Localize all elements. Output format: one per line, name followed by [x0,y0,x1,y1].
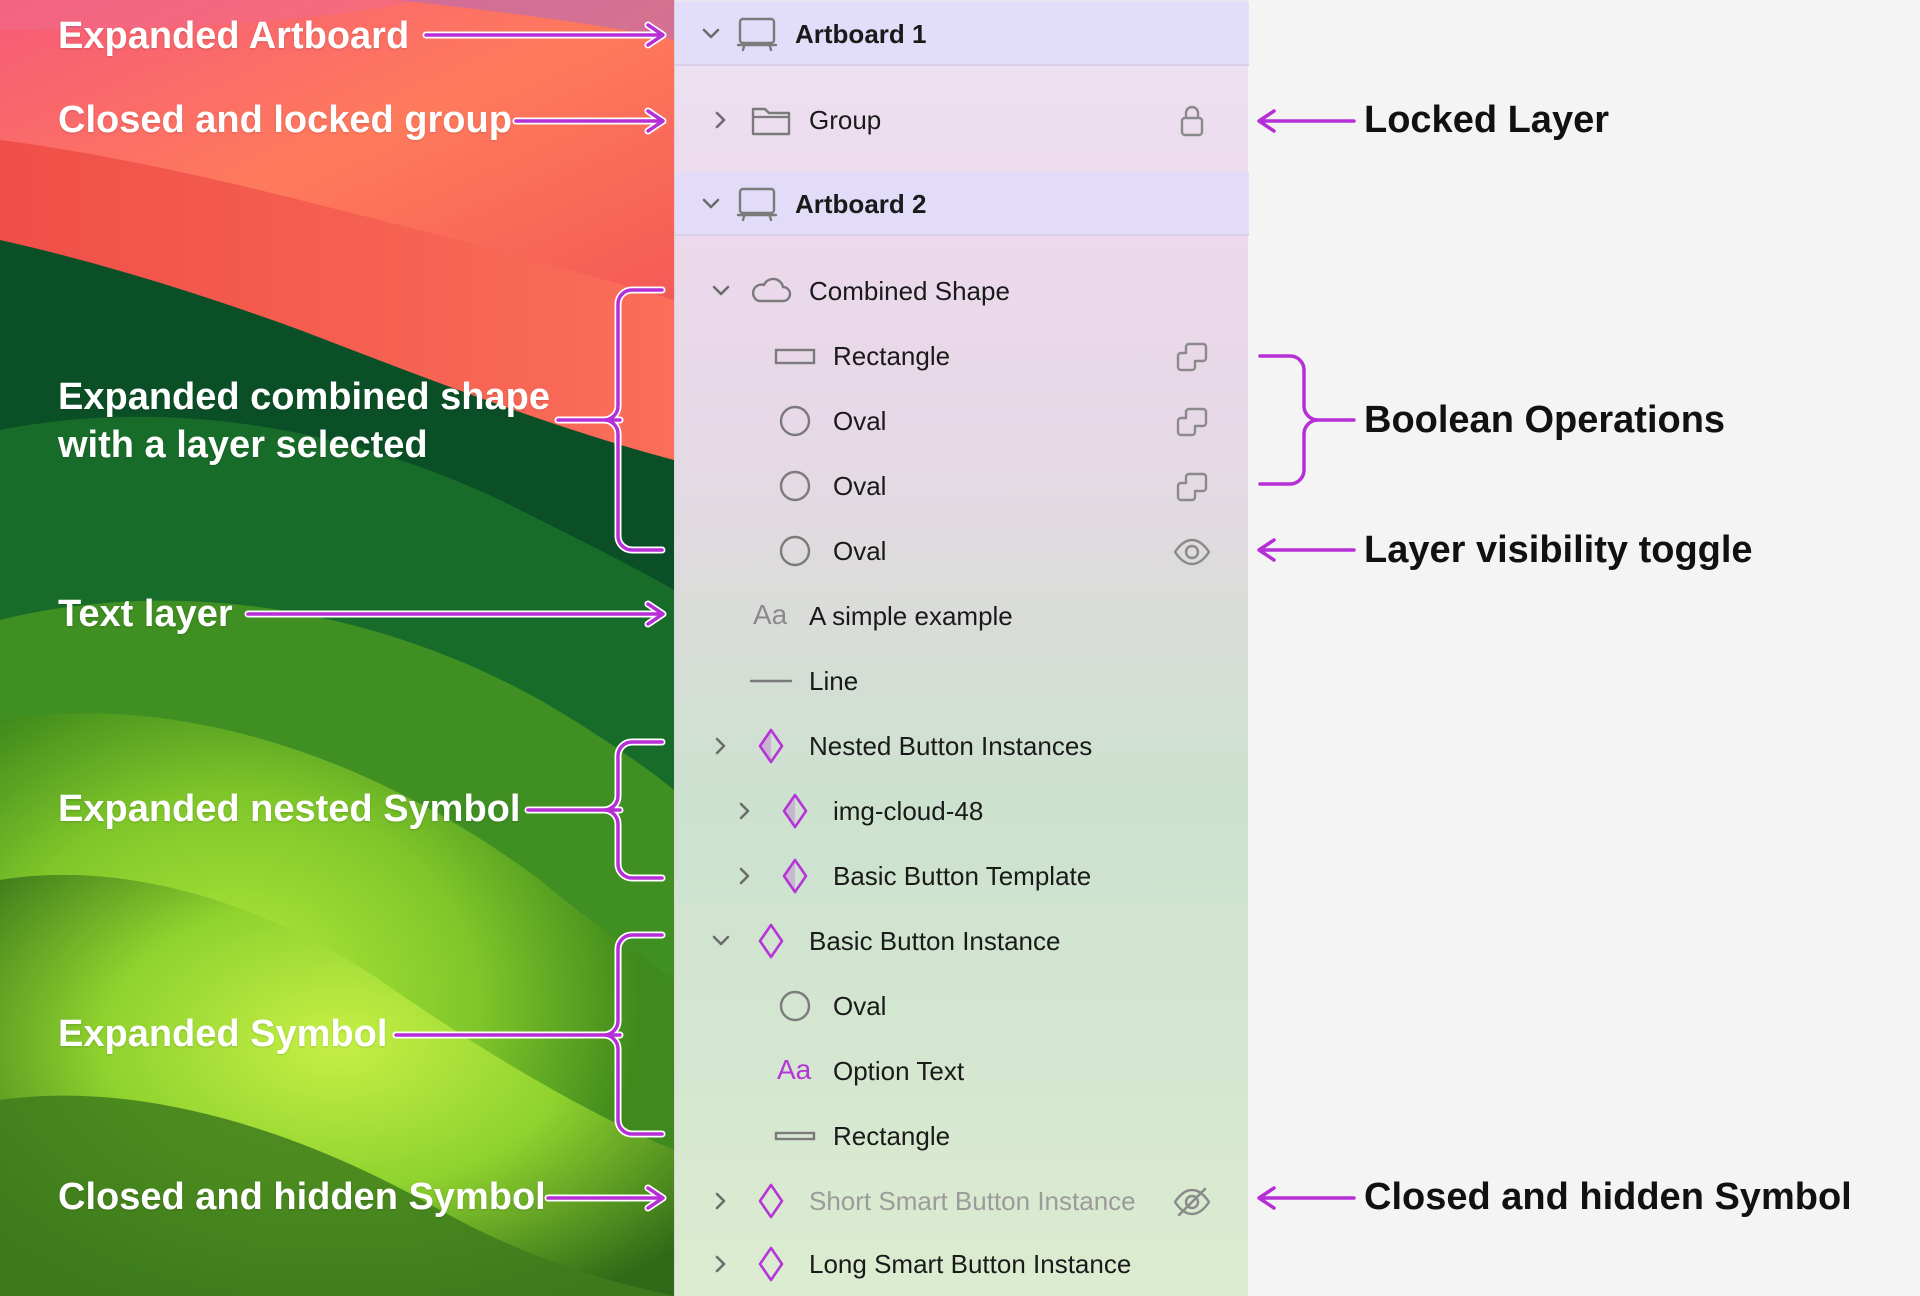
annotation-locked-layer: Locked Layer [1364,99,1609,141]
oval-icon [779,990,811,1022]
layer-label: Group [809,105,882,135]
layer-label: Basic Button Template [833,861,1092,891]
annotation-expanded-nested-symbol: Expanded nested Symbol [58,788,521,830]
chevron-down-icon[interactable] [707,277,735,305]
layer-label: Short Smart Button Instance [809,1186,1136,1216]
annotation-text-layer: Text layer [58,593,233,635]
layer-row-rectangle[interactable]: Rectangle [675,1104,1249,1168]
line-icon [749,679,793,683]
layer-row-line[interactable]: Line [675,649,1249,713]
annotation-layer-visibility-toggle: Layer visibility toggle [1364,529,1753,571]
symbol-icon [782,858,808,894]
chevron-down-icon[interactable] [707,927,735,955]
annotation-closed-locked-group: Closed and locked group [58,99,512,141]
text-icon: Aa [753,599,788,630]
chevron-down-icon[interactable] [697,190,725,218]
layer-label: Nested Button Instances [809,731,1093,761]
boolean-operation-icon[interactable] [1173,405,1211,439]
wallpaper-background [0,0,674,1296]
layer-label: Rectangle [833,1121,951,1151]
layer-label: Oval [833,536,887,566]
layer-row-combined-shape[interactable]: Combined Shape [675,259,1249,323]
annotation-closed-hidden-symbol-right: Closed and hidden Symbol [1364,1176,1852,1218]
layer-row-artboard-1[interactable]: Artboard 1 [675,2,1249,66]
layer-label: Oval [833,991,887,1021]
layer-row-group[interactable]: Group [675,88,1249,152]
symbol-icon [782,793,808,829]
wallpaper-waves [0,0,674,1296]
chevron-right-icon[interactable] [707,106,735,134]
layer-row-artboard-2[interactable]: Artboard 2 [675,172,1249,236]
layer-row-oval[interactable]: Oval [675,519,1249,583]
eye-slash-icon[interactable] [1173,1185,1211,1219]
symbol-icon [758,923,784,959]
folder-icon [751,107,791,136]
annotation-expanded-symbol: Expanded Symbol [58,1013,388,1055]
layer-label: Artboard 2 [795,189,927,219]
chevron-right-icon[interactable] [731,862,759,890]
layer-row-oval[interactable]: Oval [675,974,1249,1038]
layer-row-option-text[interactable]: Aa Option Text [675,1039,1249,1103]
chevron-right-icon[interactable] [707,1187,735,1215]
layer-row-oval[interactable]: Oval [675,454,1249,518]
layer-label: Rectangle [833,341,951,371]
layer-label: Long Smart Button Instance [809,1249,1132,1279]
layer-label: Artboard 1 [795,19,927,49]
artboard-icon [736,17,778,52]
layer-label: img-cloud-48 [833,796,984,826]
chevron-down-icon[interactable] [697,20,725,48]
oval-icon [779,405,811,437]
layer-row-oval[interactable]: Oval [675,389,1249,453]
artboard-icon [736,187,778,222]
symbol-icon [758,1246,784,1282]
layer-label: Option Text [833,1056,965,1086]
oval-icon [779,470,811,502]
chevron-right-icon[interactable] [707,732,735,760]
layer-label: Basic Button Instance [809,926,1061,956]
layer-label: Line [809,666,859,696]
lock-icon[interactable] [1173,104,1211,138]
boolean-operation-icon[interactable] [1173,470,1211,504]
symbol-icon [758,1183,784,1219]
annotation-closed-hidden-symbol-left: Closed and hidden Symbol [58,1176,546,1218]
eye-icon[interactable] [1173,535,1211,569]
layer-row-long-smart-button-instance[interactable]: Long Smart Button Instance [675,1232,1249,1296]
chevron-right-icon[interactable] [731,797,759,825]
layer-row-img-cloud-48[interactable]: img-cloud-48 [675,779,1249,843]
annotation-expanded-artboard: Expanded Artboard [58,15,410,57]
layer-label: Oval [833,471,887,501]
annotation-expanded-combined-shape: Expanded combined shape with a layer sel… [58,376,550,466]
layer-label: Oval [833,406,887,436]
layer-row-nested-button-instances[interactable]: Nested Button Instances [675,714,1249,778]
boolean-operation-icon[interactable] [1173,340,1211,374]
cloud-icon [751,277,792,303]
layer-row-text[interactable]: Aa A simple example [675,584,1249,648]
rectangle-icon [774,348,816,365]
layer-label: Combined Shape [809,276,1010,306]
layer-label: A simple example [809,601,1013,631]
text-icon: Aa [777,1054,812,1085]
annotation-boolean-operations: Boolean Operations [1364,399,1726,441]
thin-rectangle-icon [774,1131,816,1141]
layer-row-rectangle[interactable]: Rectangle [675,324,1249,388]
layer-row-short-smart-button-instance[interactable]: Short Smart Button Instance [675,1169,1249,1233]
oval-icon [779,535,811,567]
layer-row-basic-button-instance[interactable]: Basic Button Instance [675,909,1249,973]
layers-panel: Artboard 1 Group Artboard 2 Combined Sha… [674,0,1249,1296]
chevron-right-icon[interactable] [707,1250,735,1278]
layer-row-basic-button-template[interactable]: Basic Button Template [675,844,1249,908]
symbol-icon [758,728,784,764]
